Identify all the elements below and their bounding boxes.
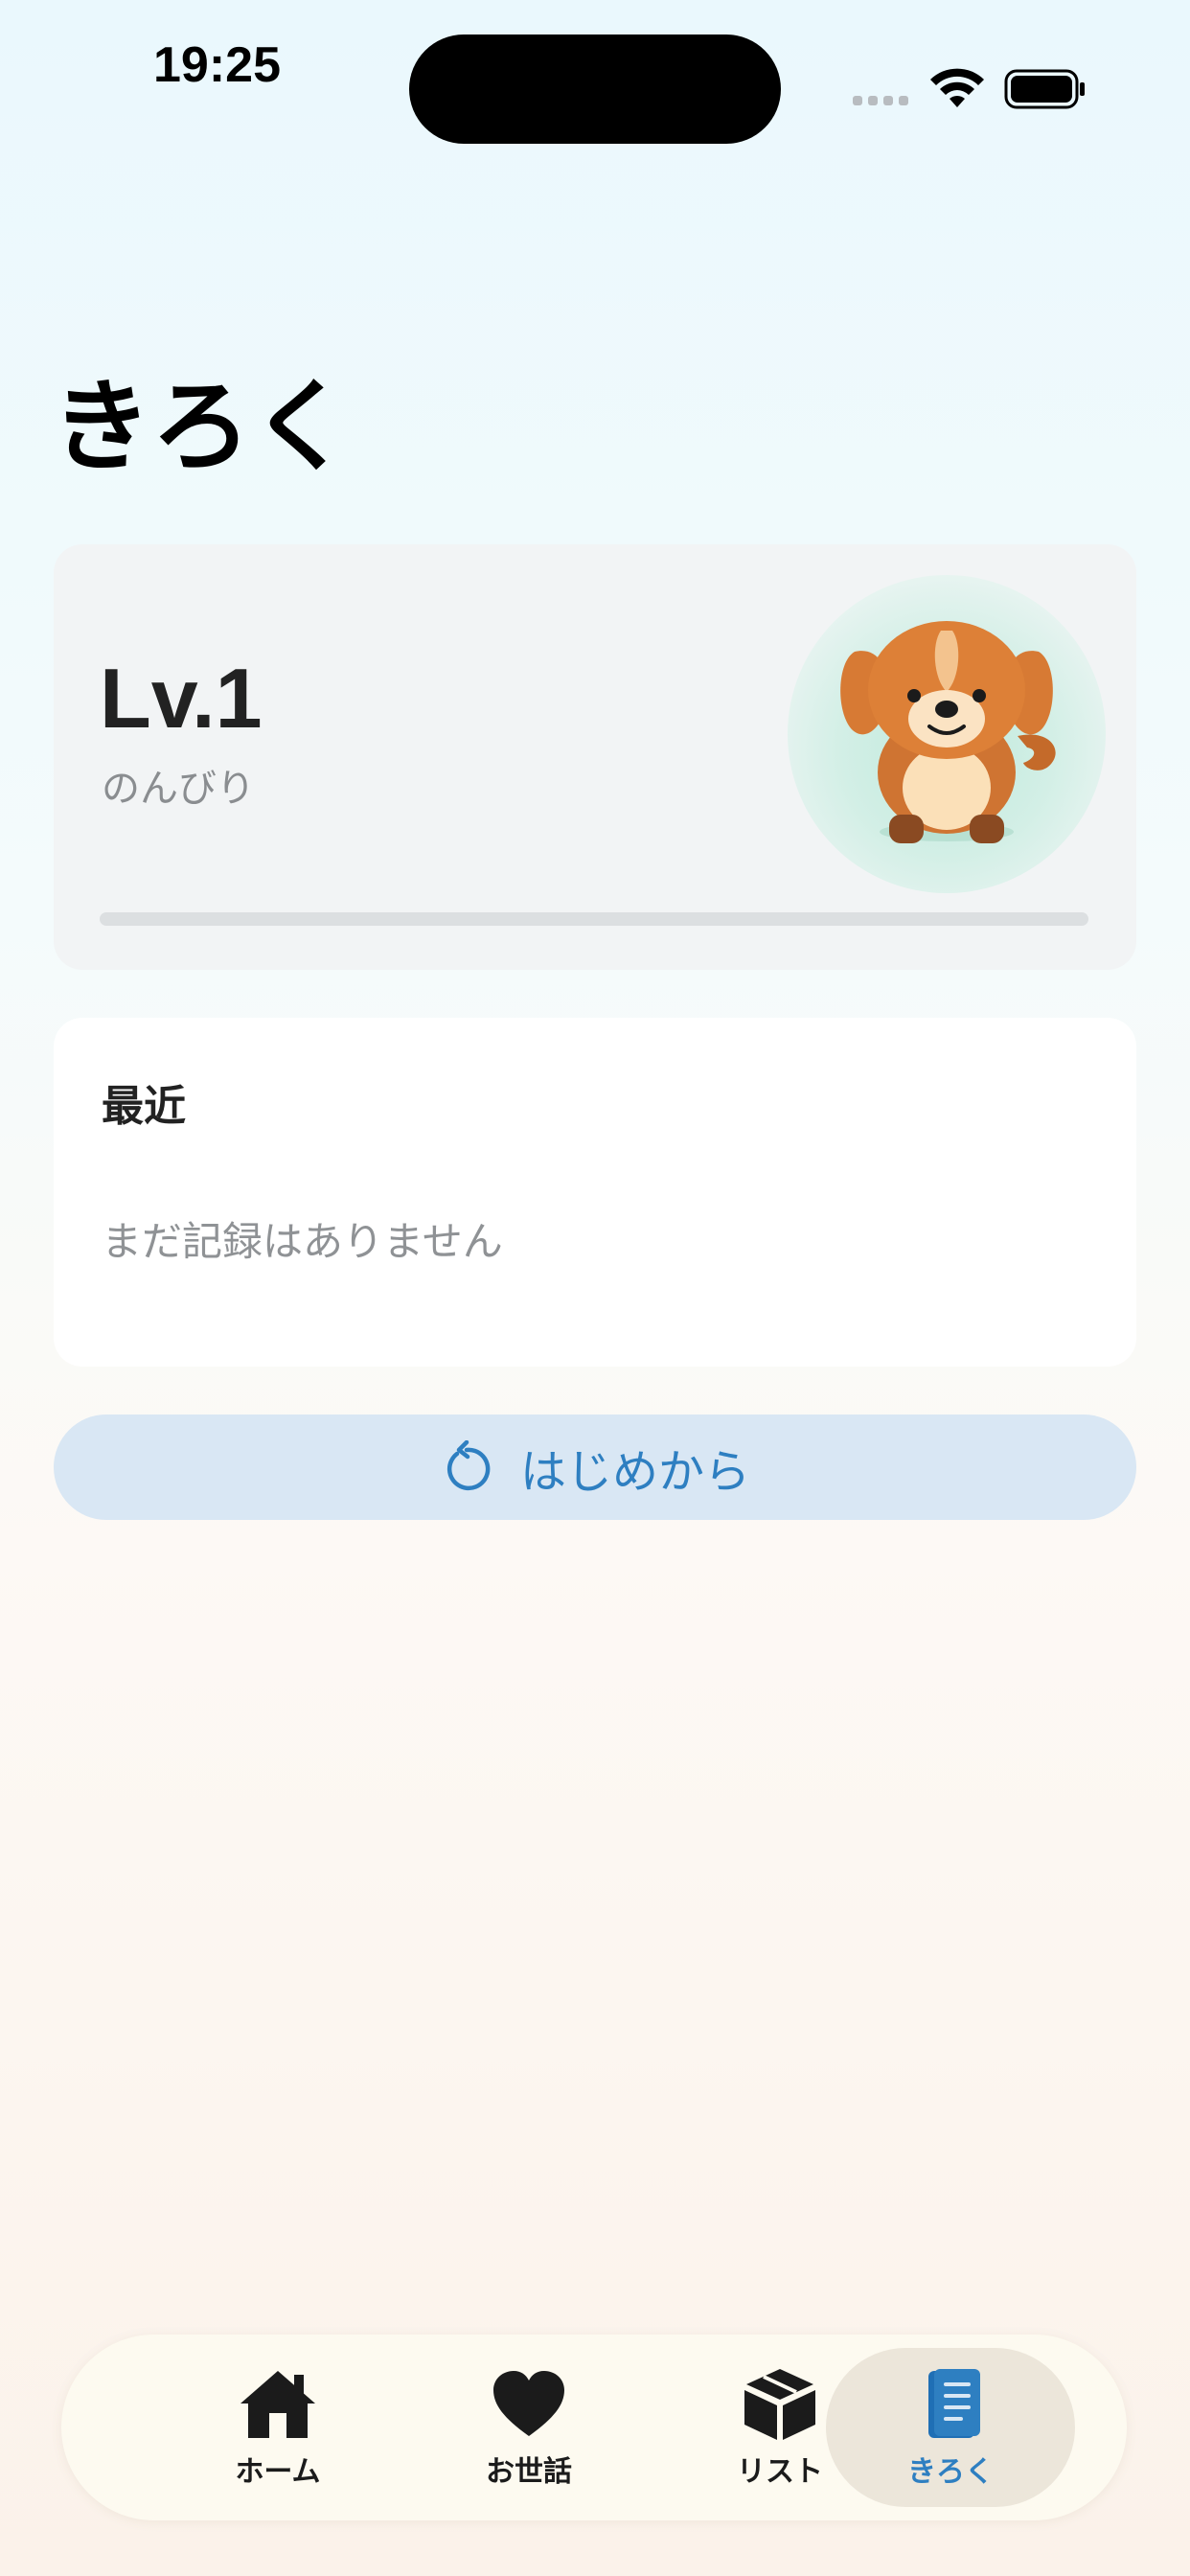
tab-bar: ホーム お世話 リスト きろく xyxy=(61,2334,1127,2520)
tab-list-label: リスト xyxy=(737,2455,823,2489)
heart-icon xyxy=(493,2371,564,2436)
dynamic-island xyxy=(409,34,781,144)
tab-home[interactable]: ホーム xyxy=(153,2348,402,2507)
box-icon xyxy=(744,2369,815,2440)
home-icon xyxy=(240,2371,315,2438)
book-icon xyxy=(928,2369,980,2438)
experience-bar xyxy=(100,912,1088,926)
signal-icon xyxy=(853,96,910,109)
pet-avatar xyxy=(788,575,1106,893)
tab-care-label: お世話 xyxy=(486,2455,572,2489)
page-title: きろく xyxy=(52,368,352,485)
level-value: Lv.1 xyxy=(100,651,263,746)
recent-card: 最近 まだ記録はありません xyxy=(54,1018,1136,1367)
battery-icon xyxy=(1004,69,1085,109)
restart-button-label: はじめから xyxy=(519,1445,750,1499)
restart-button[interactable]: はじめから xyxy=(54,1414,1136,1520)
tab-record-label: きろく xyxy=(907,2455,994,2489)
wifi-icon xyxy=(930,68,984,107)
restart-icon xyxy=(446,1440,491,1491)
tab-record[interactable]: きろく xyxy=(826,2348,1075,2507)
tab-home-label: ホーム xyxy=(235,2455,321,2489)
status-bar: 19:25 xyxy=(0,0,1190,144)
tab-care[interactable]: お世話 xyxy=(404,2348,653,2507)
recent-empty-message: まだ記録はありません xyxy=(102,1218,503,1265)
status-time: 19:25 xyxy=(153,37,281,93)
dog-pet-icon xyxy=(840,621,1056,843)
recent-title: 最近 xyxy=(102,1082,186,1131)
pet-mood: のんびり xyxy=(102,767,255,811)
level-card: Lv.1 のんびり xyxy=(54,544,1136,970)
